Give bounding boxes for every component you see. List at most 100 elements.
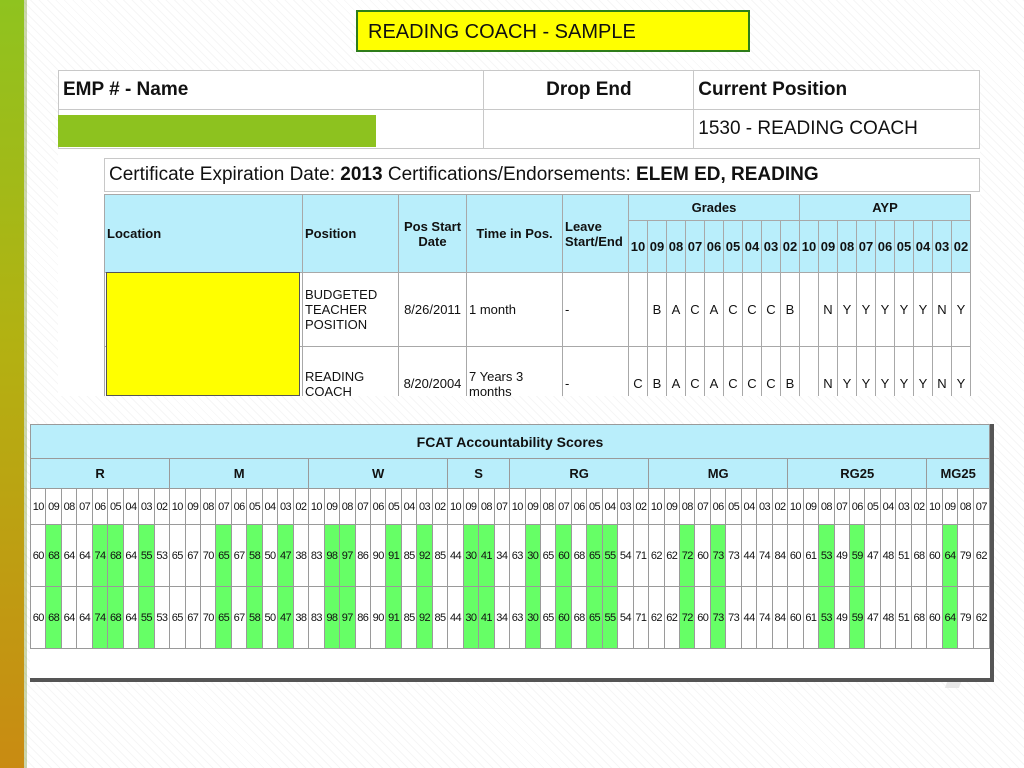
fcat-score-cell: 50 (261, 586, 279, 649)
ayp-cell: Y (894, 346, 914, 396)
ayp-cell: Y (875, 346, 895, 396)
fcat-score-cell: 64 (60, 586, 78, 649)
window-edge-right (990, 424, 994, 682)
fcat-score-cell: 51 (895, 586, 912, 649)
fcat-year-cell: 05 (246, 488, 263, 525)
fcat-score-cell: 68 (45, 586, 62, 649)
fcat-score-cell: 90 (369, 586, 387, 649)
ayp-cell: Y (951, 346, 971, 396)
redacted-location-box (106, 272, 300, 396)
fcat-year-cell: 06 (369, 488, 387, 525)
fcat-score-cell: 49 (833, 586, 851, 649)
fcat-year-cell: 08 (199, 488, 217, 525)
fcat-score-cell: 90 (369, 524, 387, 587)
fcat-score-cell: 67 (230, 586, 248, 649)
fcat-year-cell: 03 (895, 488, 912, 525)
fcat-year-cell: 08 (478, 488, 495, 525)
fcat-year-cell: 08 (679, 488, 696, 525)
fcat-year-cell: 04 (879, 488, 897, 525)
fcat-year-cell: 07 (555, 488, 572, 525)
fcat-score-cell: 86 (354, 524, 371, 587)
fcat-year-cell: 02 (771, 488, 789, 525)
fcat-score-cell: 85 (431, 524, 449, 587)
fcat-score-cell: 98 (323, 524, 341, 587)
fcat-score-row: 60 68 64 64 74 68 64 55 53 65 67 70 65 67 58 50 47 38 83 98… (30, 586, 991, 649)
certificate-line: Certificate Expiration Date: 2013 Certif… (104, 158, 980, 192)
fcat-year-cell: 03 (756, 488, 773, 525)
fcat-score-cell: 60 (30, 586, 47, 649)
fcat-year-cell: 02 (292, 488, 310, 525)
fcat-score-cell: 64 (122, 586, 140, 649)
grade-cell: C (742, 272, 762, 347)
fcat-score-cell: 71 (632, 524, 650, 587)
fcat-score-cell: 55 (601, 586, 619, 649)
fcat-score-cell: 83 (308, 524, 325, 587)
fcat-score-cell: 48 (879, 524, 897, 587)
ayp-year-09: 09 (818, 220, 838, 273)
fcat-year-cell: 03 (138, 488, 155, 525)
fcat-score-cell: 55 (138, 524, 155, 587)
fcat-year-cell: 09 (663, 488, 681, 525)
grade-cell (628, 272, 648, 347)
slide-title: READING COACH - SAMPLE (356, 10, 750, 52)
fcat-score-cell: 47 (864, 586, 881, 649)
fcat-score-cell: 55 (601, 524, 619, 587)
fcat-score-cell: 44 (740, 524, 758, 587)
fcat-score-cell: 30 (462, 524, 480, 587)
fcat-year-cell: 06 (91, 488, 109, 525)
fcat-year-cell: 10 (509, 488, 526, 525)
ayp-year-02: 02 (951, 220, 971, 273)
ayp-cell: N (818, 272, 838, 347)
fcat-score-cell: 41 (478, 586, 495, 649)
fcat-score-cell: 44 (447, 524, 464, 587)
fcat-year-cell: 08 (339, 488, 356, 525)
fcat-year-cell: 06 (230, 488, 248, 525)
ayp-year-08: 08 (837, 220, 857, 273)
drop-end-header: Drop End (483, 70, 695, 110)
fcat-score-cell: 65 (586, 524, 603, 587)
window-edge-bottom (30, 678, 994, 682)
fcat-title: FCAT Accountability Scores (30, 424, 990, 459)
fcat-score-row: 60 68 64 64 74 68 64 55 53 65 67 70 65 67 58 50 47 38 83 98… (30, 524, 991, 587)
fcat-score-cell: 60 (926, 524, 943, 587)
fcat-score-cell: 68 (107, 586, 124, 649)
fcat-score-cell: 73 (725, 524, 742, 587)
fcat-score-cell: 84 (771, 524, 789, 587)
fcat-score-cell: 71 (632, 586, 650, 649)
grade-cell: C (742, 346, 762, 396)
fcat-score-cell: 65 (586, 586, 603, 649)
fcat-year-cell: 04 (740, 488, 758, 525)
fcat-year-cell: 10 (447, 488, 464, 525)
fcat-group-r: R (30, 458, 171, 489)
fcat-group-s: S (447, 458, 511, 489)
redacted-name-bar (58, 115, 376, 147)
ayp-year-07: 07 (856, 220, 876, 273)
fcat-year-cell: 08 (957, 488, 974, 525)
fcat-score-cell: 65 (169, 524, 186, 587)
fcat-score-cell: 53 (153, 524, 171, 587)
grade-cell: C (761, 346, 781, 396)
fcat-score-cell: 91 (385, 524, 402, 587)
ayp-year-06: 06 (875, 220, 895, 273)
ayp-year-04: 04 (913, 220, 933, 273)
fcat-score-cell: 60 (694, 524, 711, 587)
fcat-score-cell: 30 (524, 586, 541, 649)
grade-cell: B (647, 272, 667, 347)
fcat-score-cell: 55 (138, 586, 155, 649)
fcat-year-cell: 07 (76, 488, 93, 525)
fcat-year-cell: 04 (400, 488, 418, 525)
fcat-score-cell: 30 (524, 524, 541, 587)
fcat-score-cell: 74 (91, 586, 109, 649)
grades-year-06: 06 (704, 220, 724, 273)
ayp-cell: Y (837, 346, 857, 396)
fcat-score-cell: 60 (30, 524, 47, 587)
position-cell: BUDGETED TEACHER POSITION (302, 272, 399, 347)
fcat-score-cell: 47 (277, 586, 294, 649)
fcat-score-cell: 97 (339, 586, 356, 649)
fcat-score-cell: 68 (910, 524, 928, 587)
ayp-year-05: 05 (894, 220, 914, 273)
fcat-score-cell: 79 (957, 586, 974, 649)
fcat-group-mg: MG (648, 458, 789, 489)
fcat-score-cell: 34 (493, 524, 511, 587)
ayp-cell: Y (856, 346, 876, 396)
